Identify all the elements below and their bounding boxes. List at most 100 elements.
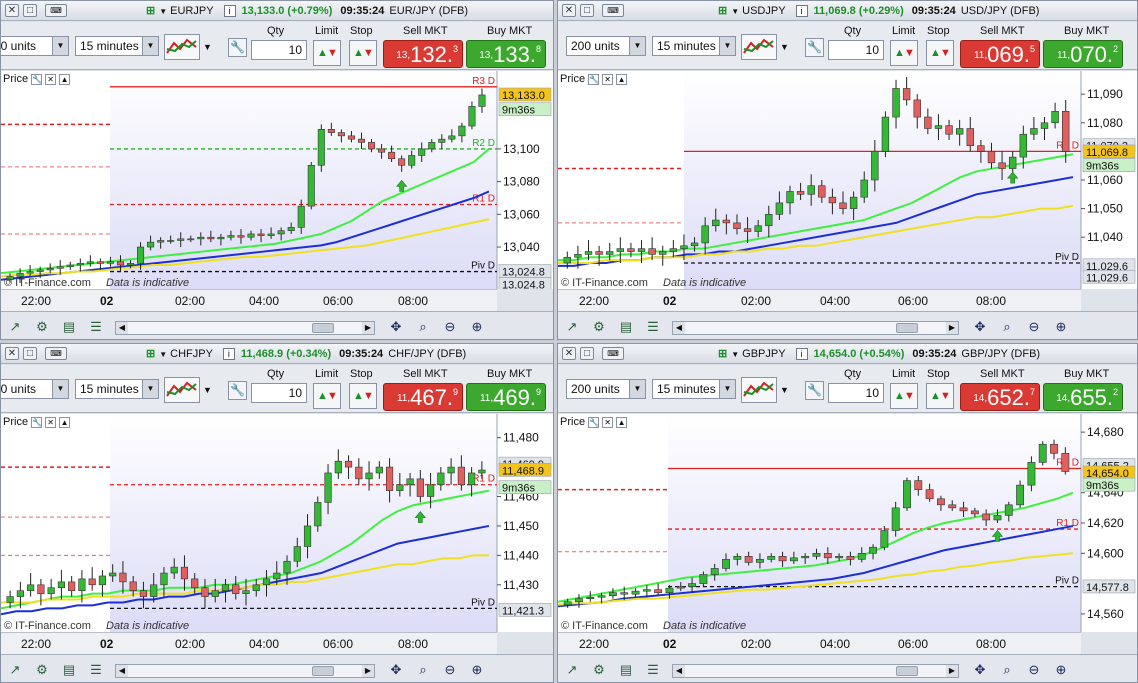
wrench-icon[interactable]: 🔧 (588, 74, 600, 85)
info-icon[interactable]: i (795, 348, 808, 360)
keyboard-icon[interactable]: ⌨ (45, 347, 67, 360)
wrench-icon[interactable]: 🔧 (31, 74, 43, 85)
symbol-name[interactable]: USDJPY (742, 5, 785, 17)
compare-icon[interactable]: ⚙ (590, 661, 608, 679)
crosshair-icon[interactable]: ✥ (387, 661, 405, 679)
symbol-name[interactable]: CHFJPY (170, 348, 213, 360)
stop-order-button[interactable]: ▲ ▼ (349, 383, 377, 409)
scroll-left-icon[interactable]: ◀ (673, 665, 685, 677)
limit-order-button[interactable]: ▲ ▼ (313, 40, 341, 66)
close-icon[interactable]: ✕ (45, 417, 57, 428)
chevron-down-icon[interactable]: ▼ (203, 42, 212, 52)
close-icon[interactable]: ✕ (602, 417, 614, 428)
chevron-down-icon[interactable]: ▼ (780, 42, 789, 52)
crosshair-icon[interactable]: ✥ (971, 661, 989, 679)
interval-select[interactable]: 15 minutes ▼ (652, 36, 736, 56)
wrench-icon[interactable]: 🔧 (228, 38, 247, 57)
scroll-thumb[interactable] (896, 666, 918, 676)
chart-scrollbar[interactable]: ◀ ▶ (115, 664, 375, 678)
keyboard-icon[interactable]: ⌨ (602, 347, 624, 360)
zoom-fit-icon[interactable]: ⌕ (998, 318, 1016, 336)
sell-market-button[interactable]: 11,467.9 (383, 383, 463, 411)
scroll-left-icon[interactable]: ◀ (116, 322, 128, 334)
chart-scrollbar[interactable]: ◀ ▶ (672, 321, 959, 335)
sell-market-button[interactable]: 13,132.3 (383, 40, 463, 68)
close-icon[interactable]: ✕ (602, 74, 614, 85)
close-icon[interactable]: ✕ (45, 74, 57, 85)
zoom-in-icon[interactable]: ⊕ (468, 661, 486, 679)
zoom-fit-icon[interactable]: ⌕ (998, 661, 1016, 679)
chevron-down-icon[interactable]: ▼ (731, 350, 739, 359)
units-select[interactable]: 00 units ▼ (1, 379, 69, 399)
scroll-left-icon[interactable]: ◀ (673, 322, 685, 334)
buy-market-button[interactable]: 11,070.2 (1043, 40, 1123, 68)
wrench-icon[interactable]: 🔧 (588, 417, 600, 428)
crosshair-icon[interactable]: ✥ (387, 318, 405, 336)
chart-type-icon[interactable]: ↗ (6, 661, 24, 679)
chart-type-icon[interactable]: ↗ (563, 318, 581, 336)
quantity-input[interactable]: 10 (828, 383, 884, 403)
price-chart[interactable]: Price 🔧 ✕ ▲ R1 D Piv D 11,480 11,460 11,450 11,44… (1, 414, 553, 632)
watchlist-icon[interactable]: ⊞ (718, 5, 727, 17)
quantity-input[interactable]: 10 (251, 383, 307, 403)
scroll-right-icon[interactable]: ▶ (362, 665, 374, 677)
scroll-right-icon[interactable]: ▶ (946, 322, 958, 334)
bars-icon[interactable]: ☰ (644, 661, 662, 679)
chart-type-icon[interactable]: ↗ (6, 318, 24, 336)
watchlist-icon[interactable]: ⊞ (146, 5, 155, 17)
info-icon[interactable]: i (222, 348, 235, 360)
chevron-down-icon[interactable]: ▼ (159, 350, 167, 359)
maximize-icon[interactable]: □ (580, 4, 594, 17)
maximize-icon[interactable]: □ (23, 347, 37, 360)
wrench-icon[interactable]: 🔧 (228, 381, 247, 400)
chevron-down-icon[interactable]: ▼ (52, 380, 68, 398)
interval-select[interactable]: 15 minutes ▼ (652, 379, 736, 399)
indicator-button[interactable] (741, 34, 777, 60)
zoom-out-icon[interactable]: ⊖ (441, 318, 459, 336)
chevron-down-icon[interactable]: ▼ (731, 7, 739, 16)
indicator-button[interactable] (164, 34, 200, 60)
chevron-down-icon[interactable]: ▼ (719, 380, 735, 398)
price-chart[interactable]: Price🔧✕▲R2 DR1 DPiv D14,68014,64014,6201… (558, 414, 1137, 632)
zoom-in-icon[interactable]: ⊕ (468, 318, 486, 336)
stop-order-button[interactable]: ▲ ▼ (926, 40, 954, 66)
price-chart[interactable]: Price🔧✕▲R3 DPiv D11,09011,08011,06011,05… (558, 71, 1137, 289)
maximize-icon[interactable]: □ (580, 347, 594, 360)
stop-order-button[interactable]: ▲ ▼ (349, 40, 377, 66)
scroll-thumb[interactable] (896, 323, 918, 333)
chevron-down-icon[interactable]: ▼ (142, 37, 158, 55)
buy-market-button[interactable]: 13,133.8 (466, 40, 546, 68)
zoom-in-icon[interactable]: ⊕ (1052, 661, 1070, 679)
bars-icon[interactable]: ☰ (644, 318, 662, 336)
units-select[interactable]: 200 units ▼ (566, 36, 646, 56)
chevron-down-icon[interactable]: ▼ (52, 37, 68, 55)
wrench-icon[interactable]: 🔧 (805, 38, 824, 57)
keyboard-icon[interactable]: ⌨ (602, 4, 624, 17)
chevron-down-icon[interactable]: ▼ (629, 380, 645, 398)
scroll-thumb[interactable] (312, 323, 334, 333)
units-select[interactable]: 00 units ▼ (1, 36, 69, 56)
close-icon[interactable]: ✕ (562, 4, 576, 17)
bars-icon[interactable]: ☰ (87, 318, 105, 336)
zoom-in-icon[interactable]: ⊕ (1052, 318, 1070, 336)
info-icon[interactable]: i (223, 5, 236, 17)
chevron-down-icon[interactable]: ▼ (780, 385, 789, 395)
interval-select[interactable]: 15 minutes ▼ (75, 36, 159, 56)
scroll-right-icon[interactable]: ▶ (362, 322, 374, 334)
sell-market-button[interactable]: 14,652.7 (960, 383, 1040, 411)
watchlist-icon[interactable]: ⊞ (146, 348, 155, 360)
sell-market-button[interactable]: 11,069.5 (960, 40, 1040, 68)
symbol-name[interactable]: EURJPY (170, 5, 213, 17)
buy-market-button[interactable]: 14,655.2 (1043, 383, 1123, 411)
compare-icon[interactable]: ⚙ (33, 318, 51, 336)
chevron-down-icon[interactable]: ▼ (719, 37, 735, 55)
stop-order-button[interactable]: ▲ ▼ (926, 383, 954, 409)
limit-order-button[interactable]: ▲ ▼ (890, 383, 918, 409)
close-icon[interactable]: ✕ (562, 347, 576, 360)
watchlist-icon[interactable]: ⊞ (718, 348, 727, 360)
close-icon[interactable]: ✕ (5, 347, 19, 360)
bars-icon[interactable]: ☰ (87, 661, 105, 679)
arrow-up-icon[interactable]: ▲ (616, 74, 628, 85)
chevron-down-icon[interactable]: ▼ (629, 37, 645, 55)
maximize-icon[interactable]: □ (23, 4, 37, 17)
